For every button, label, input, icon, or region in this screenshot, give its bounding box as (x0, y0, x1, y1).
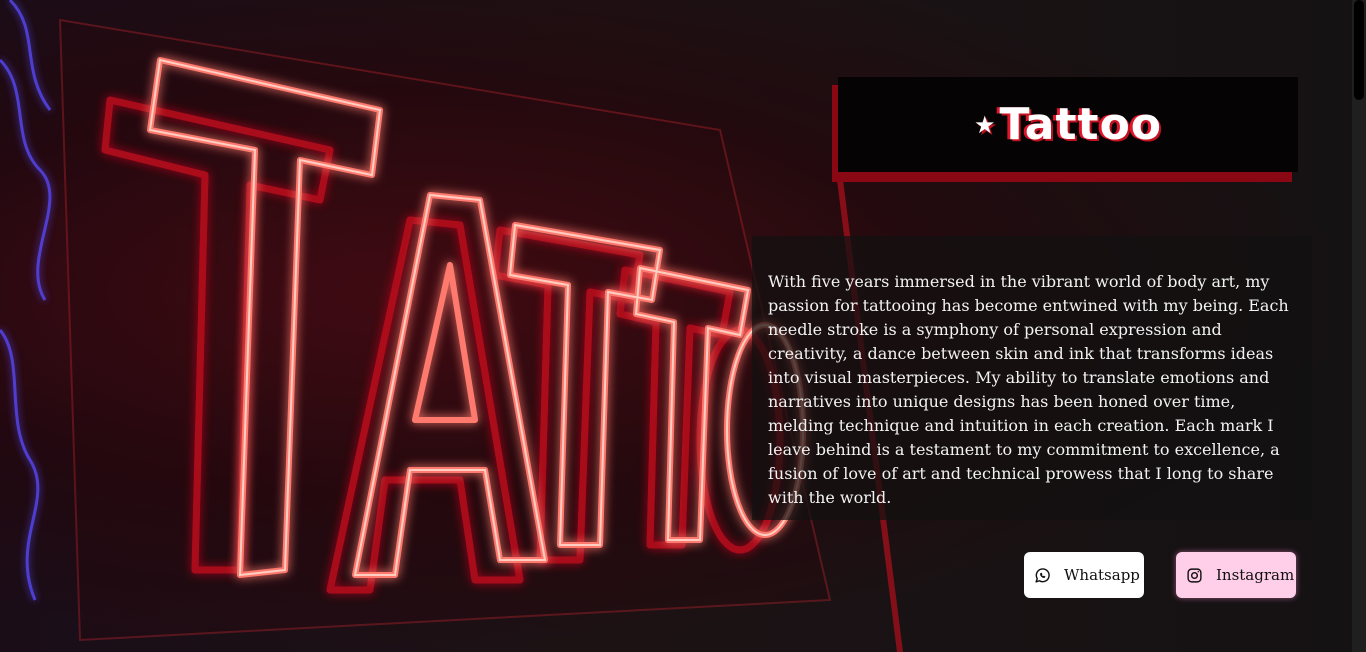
about-text: With five years immersed in the vibrant … (768, 272, 1289, 507)
page-scrollbar[interactable] (1352, 0, 1366, 652)
instagram-label: Instagram (1216, 566, 1295, 584)
star-icon: ★ (973, 110, 996, 139)
whatsapp-button[interactable]: Whatsapp (1024, 552, 1144, 598)
whatsapp-label: Whatsapp (1064, 566, 1140, 584)
title-card: ★ Tattoo (832, 77, 1298, 182)
instagram-button[interactable]: Instagram (1176, 552, 1296, 598)
about-section: With five years immersed in the vibrant … (752, 236, 1312, 520)
scrollbar-thumb[interactable] (1354, 0, 1364, 100)
whatsapp-icon (1034, 566, 1052, 584)
page-title: Tattoo (999, 99, 1163, 150)
title-box: ★ Tattoo (838, 77, 1298, 172)
instagram-icon (1186, 566, 1204, 584)
